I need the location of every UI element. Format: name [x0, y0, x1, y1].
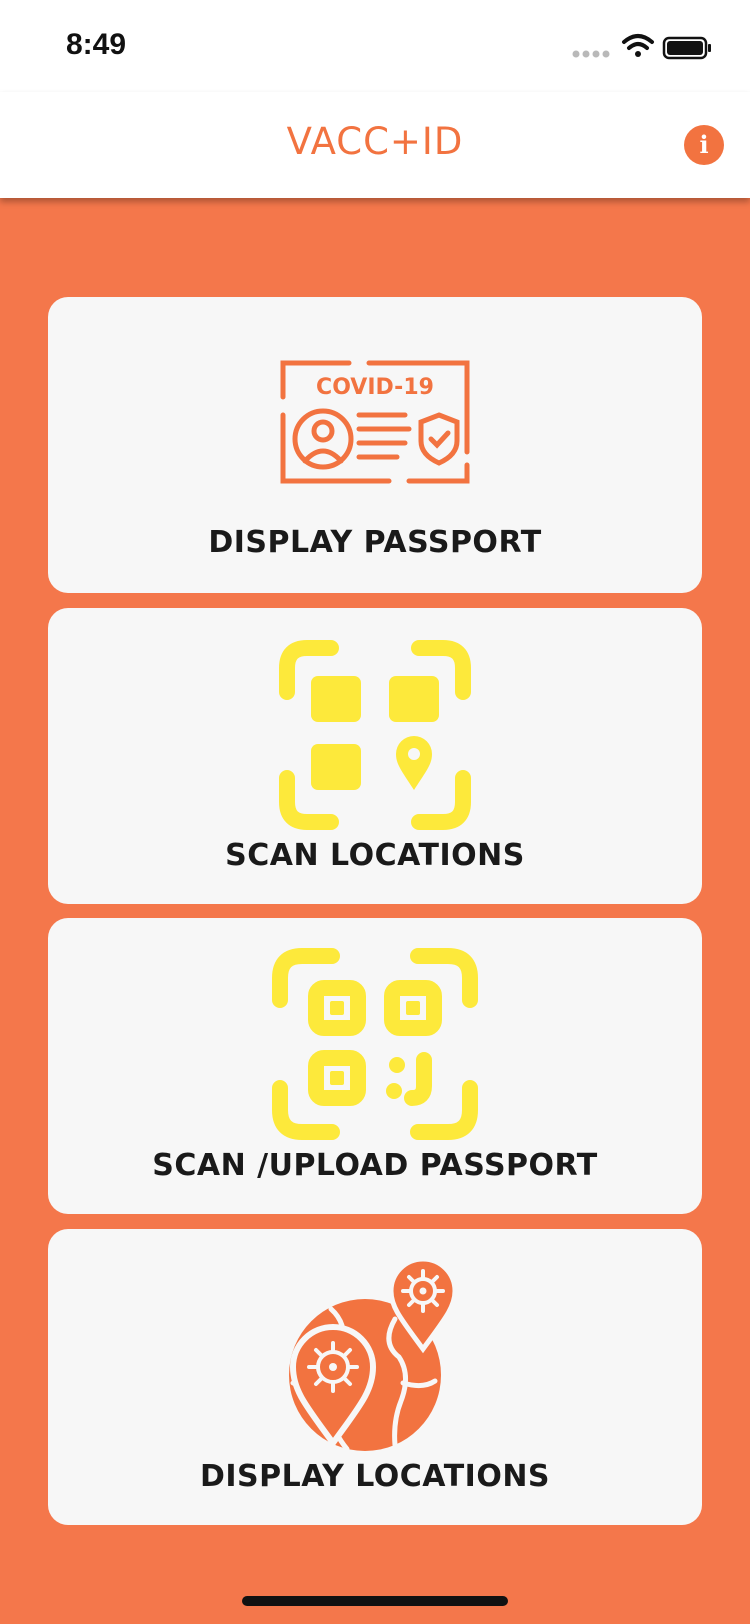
globe-virus-pins-icon: [289, 1257, 458, 1451]
display-passport-card[interactable]: COVID-19 DISPLAY PASSPORT: [48, 297, 702, 593]
scan-locations-card[interactable]: SCAN LOCATIONS: [48, 608, 702, 904]
info-icon: i: [699, 130, 709, 159]
navbar: VACC+ID i: [0, 92, 750, 198]
qr-location-scan-icon: [279, 640, 471, 830]
cellular-signal-icon: [572, 50, 610, 58]
display-locations-card[interactable]: DISPLAY LOCATIONS: [48, 1229, 702, 1525]
scan-upload-passport-card[interactable]: SCAN /UPLOAD PASSPORT: [48, 918, 702, 1214]
info-button[interactable]: i: [684, 125, 724, 165]
display-locations-label: DISPLAY LOCATIONS: [199, 1459, 551, 1494]
scan-upload-passport-label: SCAN /UPLOAD PASSPORT: [152, 1148, 598, 1183]
home-indicator[interactable]: [242, 1596, 508, 1606]
battery-icon: [662, 36, 711, 60]
qr-code-scan-icon: [272, 948, 478, 1140]
status-time: 8:49: [66, 28, 127, 61]
scan-locations-label: SCAN LOCATIONS: [225, 838, 525, 873]
app-title: VACC+ID: [286, 120, 464, 163]
status-icons: [572, 34, 711, 60]
display-passport-label: DISPLAY PASSPORT: [208, 525, 542, 560]
wifi-icon: [622, 34, 654, 57]
covid-badge-text: COVID-19: [316, 375, 434, 400]
covid-passport-icon: COVID-19: [280, 360, 470, 484]
status-bar: 8:49: [0, 0, 750, 92]
